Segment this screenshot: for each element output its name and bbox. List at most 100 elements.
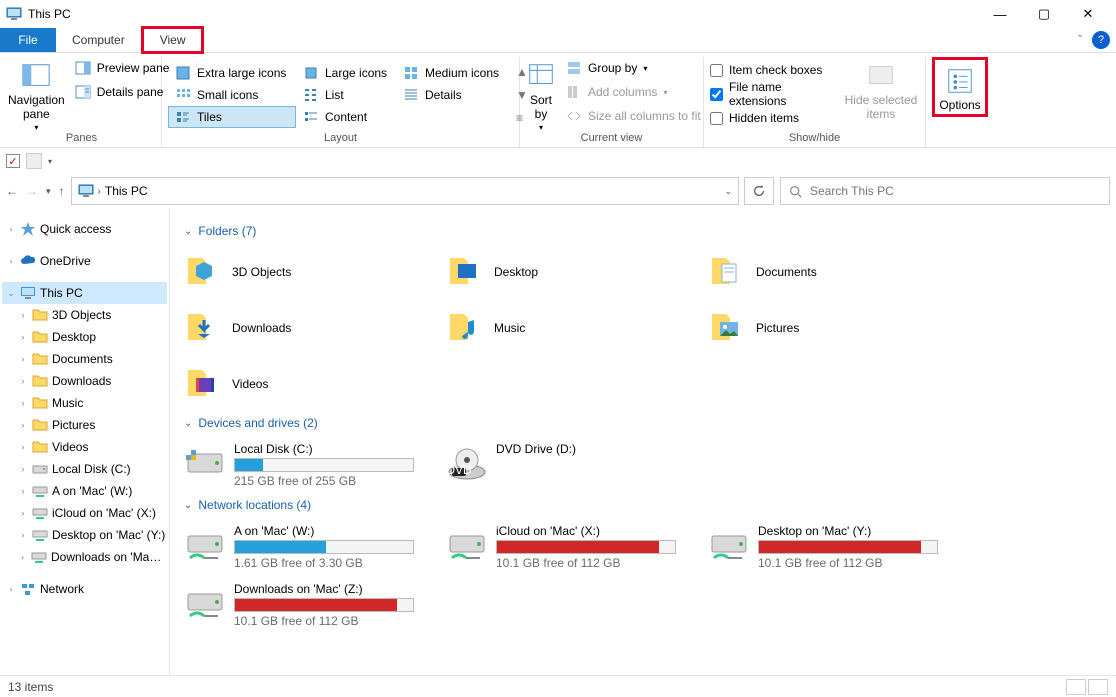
- details-pane-button[interactable]: Details pane: [69, 81, 176, 103]
- folder-tile[interactable]: Desktop: [446, 246, 696, 298]
- tree-item[interactable]: ›iCloud on 'Mac' (X:): [2, 502, 167, 524]
- chevron-right-icon[interactable]: ›: [94, 186, 105, 197]
- status-view-tiles[interactable]: [1088, 679, 1108, 695]
- folder-tile[interactable]: Videos: [184, 358, 434, 410]
- folder-tile[interactable]: 3D Objects: [184, 246, 434, 298]
- address-bar[interactable]: › This PC ⌄: [71, 177, 739, 205]
- options-button[interactable]: Options: [937, 62, 983, 112]
- item-check-boxes-checkbox[interactable]: Item check boxes: [710, 59, 839, 81]
- tree-item[interactable]: ›Downloads on 'Mac' (Z:): [2, 546, 167, 568]
- search-input[interactable]: Search This PC: [780, 177, 1110, 205]
- section-folders[interactable]: ⌄ Folders (7): [184, 224, 1102, 238]
- drive-tile[interactable]: Desktop on 'Mac' (Y:) 10.1 GB free of 11…: [708, 520, 958, 574]
- layout-extra-large[interactable]: Extra large icons: [168, 62, 296, 84]
- drive-name: A on 'Mac' (W:): [234, 524, 414, 538]
- layout-small[interactable]: Small icons: [168, 84, 296, 106]
- minimize-button[interactable]: —: [978, 0, 1022, 28]
- folder-label: Music: [494, 321, 525, 335]
- folder-label: Pictures: [756, 321, 799, 335]
- layout-details[interactable]: Details: [396, 84, 508, 106]
- network-drive-icon: [446, 528, 488, 564]
- tree-item[interactable]: ›3D Objects: [2, 304, 167, 326]
- qat-item[interactable]: [26, 153, 42, 169]
- sort-by-button[interactable]: Sort by▾: [526, 57, 556, 132]
- tree-item[interactable]: ›A on 'Mac' (W:): [2, 480, 167, 502]
- refresh-icon: [752, 184, 766, 198]
- tiles-icon: [175, 109, 191, 125]
- tree-network[interactable]: ›Network: [2, 578, 167, 600]
- tree-item[interactable]: ›Downloads: [2, 370, 167, 392]
- help-icon[interactable]: ?: [1092, 31, 1110, 49]
- nav-recent-dropdown[interactable]: ▾: [46, 186, 51, 197]
- tree-item[interactable]: ›Music: [2, 392, 167, 414]
- layout-content[interactable]: Content: [296, 106, 396, 128]
- drive-sub: 10.1 GB free of 112 GB: [496, 556, 676, 570]
- section-network[interactable]: ⌄ Network locations (4): [184, 498, 1102, 512]
- nav-forward-button[interactable]: →: [26, 184, 38, 198]
- maximize-button[interactable]: ▢: [1022, 0, 1066, 28]
- tree-item[interactable]: ›Pictures: [2, 414, 167, 436]
- layout-tiles[interactable]: Tiles: [168, 106, 296, 128]
- disk-drive-icon: [184, 446, 226, 482]
- tree-quick-access[interactable]: ›Quick access: [2, 218, 167, 240]
- drive-tile[interactable]: iCloud on 'Mac' (X:) 10.1 GB free of 112…: [446, 520, 696, 574]
- group-by-button[interactable]: Group by ▾: [560, 57, 707, 79]
- navigation-pane-button[interactable]: Navigation pane▾: [8, 57, 65, 132]
- tree-item[interactable]: ›Local Disk (C:): [2, 458, 167, 480]
- tree-item[interactable]: ›Desktop on 'Mac' (Y:): [2, 524, 167, 546]
- close-button[interactable]: ✕: [1066, 0, 1110, 28]
- drive-name: iCloud on 'Mac' (X:): [496, 524, 676, 538]
- nav-back-button[interactable]: ←: [6, 184, 18, 198]
- layout-list[interactable]: List: [296, 84, 396, 106]
- folder-tile[interactable]: Documents: [708, 246, 958, 298]
- tab-file[interactable]: File: [0, 28, 56, 52]
- add-columns-button[interactable]: Add columns ▾: [560, 81, 707, 103]
- window-title: This PC: [28, 7, 978, 21]
- tree-onedrive[interactable]: ›OneDrive: [2, 250, 167, 272]
- drive-tile[interactable]: A on 'Mac' (W:) 1.61 GB free of 3.30 GB: [184, 520, 434, 574]
- tree-item[interactable]: ›Desktop: [2, 326, 167, 348]
- group-label-showhide: Show/hide: [710, 132, 919, 147]
- folder-icon: [708, 308, 748, 348]
- group-label-current-view: Current view: [526, 132, 697, 147]
- layout-medium[interactable]: Medium icons: [396, 62, 508, 84]
- size-columns-icon: [566, 108, 582, 124]
- search-icon: [789, 185, 802, 198]
- qat-dropdown[interactable]: ▾: [48, 157, 52, 166]
- size-columns-button[interactable]: Size all columns to fit: [560, 105, 707, 127]
- hide-selected-button[interactable]: Hide selected items: [843, 57, 919, 121]
- group-label-layout: Layout: [168, 132, 513, 147]
- layout-large[interactable]: Large icons: [296, 62, 396, 84]
- drive-name: DVD Drive (D:): [496, 442, 576, 456]
- drive-tile[interactable]: DVD DVD Drive (D:): [446, 438, 696, 492]
- tree-item[interactable]: ›Videos: [2, 436, 167, 458]
- ribbon-collapse-icon[interactable]: ˇ: [1078, 34, 1082, 46]
- address-dropdown[interactable]: ⌄: [724, 186, 732, 197]
- nav-up-button[interactable]: ↑: [59, 184, 65, 198]
- this-pc-icon: [6, 6, 22, 22]
- large-icon: [303, 65, 319, 81]
- hidden-items-checkbox[interactable]: Hidden items: [710, 107, 839, 129]
- refresh-button[interactable]: [744, 177, 774, 205]
- drive-sub: 215 GB free of 255 GB: [234, 474, 414, 488]
- breadcrumb-this-pc[interactable]: This PC: [105, 184, 148, 198]
- file-name-extensions-checkbox[interactable]: File name extensions: [710, 83, 839, 105]
- folder-tile[interactable]: Pictures: [708, 302, 958, 354]
- folder-icon: [708, 252, 748, 292]
- section-drives[interactable]: ⌄ Devices and drives (2): [184, 416, 1102, 430]
- tab-view[interactable]: View: [141, 26, 205, 54]
- status-view-details[interactable]: [1066, 679, 1086, 695]
- folder-tile[interactable]: Downloads: [184, 302, 434, 354]
- qat-checkbox[interactable]: ✓: [6, 154, 20, 168]
- content-pane[interactable]: ⌄ Folders (7) 3D Objects Desktop Documen…: [170, 208, 1116, 675]
- tree-item[interactable]: ›Documents: [2, 348, 167, 370]
- navigation-tree[interactable]: ›Quick access ›OneDrive ⌄This PC›3D Object…: [0, 208, 170, 675]
- tab-computer[interactable]: Computer: [56, 28, 141, 52]
- drive-tile[interactable]: Downloads on 'Mac' (Z:) 10.1 GB free of …: [184, 578, 434, 632]
- preview-pane-button[interactable]: Preview pane: [69, 57, 176, 79]
- folder-tile[interactable]: Music: [446, 302, 696, 354]
- tree-this-pc[interactable]: ⌄This PC: [2, 282, 167, 304]
- navigation-pane-icon: [21, 61, 51, 91]
- sort-icon: [526, 61, 556, 91]
- drive-tile[interactable]: Local Disk (C:) 215 GB free of 255 GB: [184, 438, 434, 492]
